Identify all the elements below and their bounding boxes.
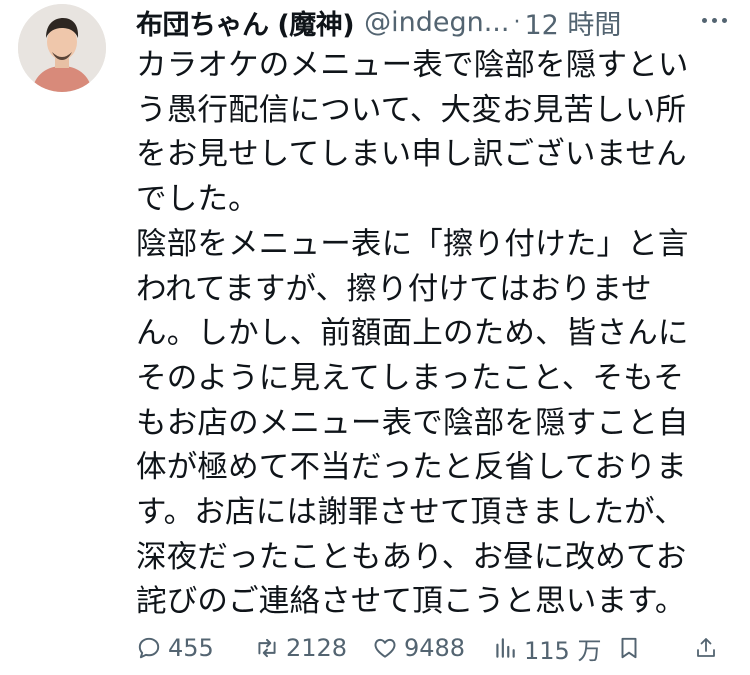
tweet-actions: 455 2128 9488 115 万 bbox=[136, 630, 736, 666]
like-count: 9488 bbox=[404, 634, 466, 662]
tweet-line: カラオケのメニュー表で陰部を隠すとい bbox=[136, 48, 689, 83]
more-dot bbox=[712, 17, 717, 23]
tweet-line: そのように見えてしまったこと、そもそ bbox=[136, 360, 685, 396]
tweet-line: われてますが、擦り付けてはおりませ bbox=[136, 271, 652, 307]
bookmark-icon bbox=[621, 637, 637, 659]
reply-bubble-icon bbox=[138, 637, 160, 659]
avatar-image bbox=[18, 4, 106, 92]
bar-chart-icon bbox=[496, 638, 515, 658]
views-count: 115 万 bbox=[524, 636, 602, 665]
more-horizontal-icon bbox=[702, 17, 707, 23]
author-handle[interactable]: @indegn... bbox=[364, 7, 509, 38]
bookmark-button[interactable] bbox=[616, 635, 694, 661]
tweet-line: 深夜だったこともあり、お昼に改めてお bbox=[136, 539, 687, 575]
repost-icon bbox=[258, 638, 276, 658]
tweet-line: でした。 bbox=[136, 182, 259, 218]
author-name[interactable]: 布団ちゃん (魔神) bbox=[136, 3, 355, 42]
repost-button[interactable]: 2128 bbox=[254, 634, 372, 662]
tweet-line: う愚行配信について、大変お見苦しい所 bbox=[136, 92, 687, 128]
views-button[interactable]: 115 万 bbox=[492, 631, 616, 666]
tweet-line: もお店のメニュー表で陰部を隠すこと自 bbox=[136, 405, 689, 441]
tweet-line: をお見せしてしまい申し訳ございません bbox=[136, 137, 687, 173]
tweet-line: ん。しかし、前額面上のため、皆さんに bbox=[136, 316, 689, 352]
tweet-time[interactable]: 12 時間 bbox=[524, 3, 621, 42]
tweet-line: す。お店には謝罪させて頂きましたが、 bbox=[136, 495, 685, 531]
tweet-line: 体が極めて不当だったと反省しておりま bbox=[136, 450, 687, 486]
more-options-button[interactable] bbox=[702, 14, 732, 26]
tweet-body: カラオケのメニュー表で陰部を隠すとい う愚行配信について、大変お見苦しい所 をお… bbox=[136, 44, 726, 625]
tweet-line: 詫びのご連絡させて頂こうと思います。 bbox=[136, 584, 686, 620]
author-avatar[interactable] bbox=[18, 4, 106, 92]
tweet-header: 布団ちゃん (魔神) @indegn... · 12 時間 bbox=[136, 2, 736, 42]
more-dot bbox=[722, 17, 727, 23]
tweet-line: 陰部をメニュー表に「擦り付けた」と言 bbox=[136, 226, 689, 262]
reply-count: 455 bbox=[168, 634, 214, 662]
reply-button[interactable]: 455 bbox=[136, 634, 254, 662]
like-button[interactable]: 9488 bbox=[372, 634, 492, 662]
repost-count: 2128 bbox=[286, 634, 348, 662]
separator-dot: · bbox=[513, 9, 521, 35]
share-icon bbox=[697, 638, 715, 657]
share-button[interactable] bbox=[694, 635, 724, 661]
heart-icon bbox=[374, 638, 396, 658]
